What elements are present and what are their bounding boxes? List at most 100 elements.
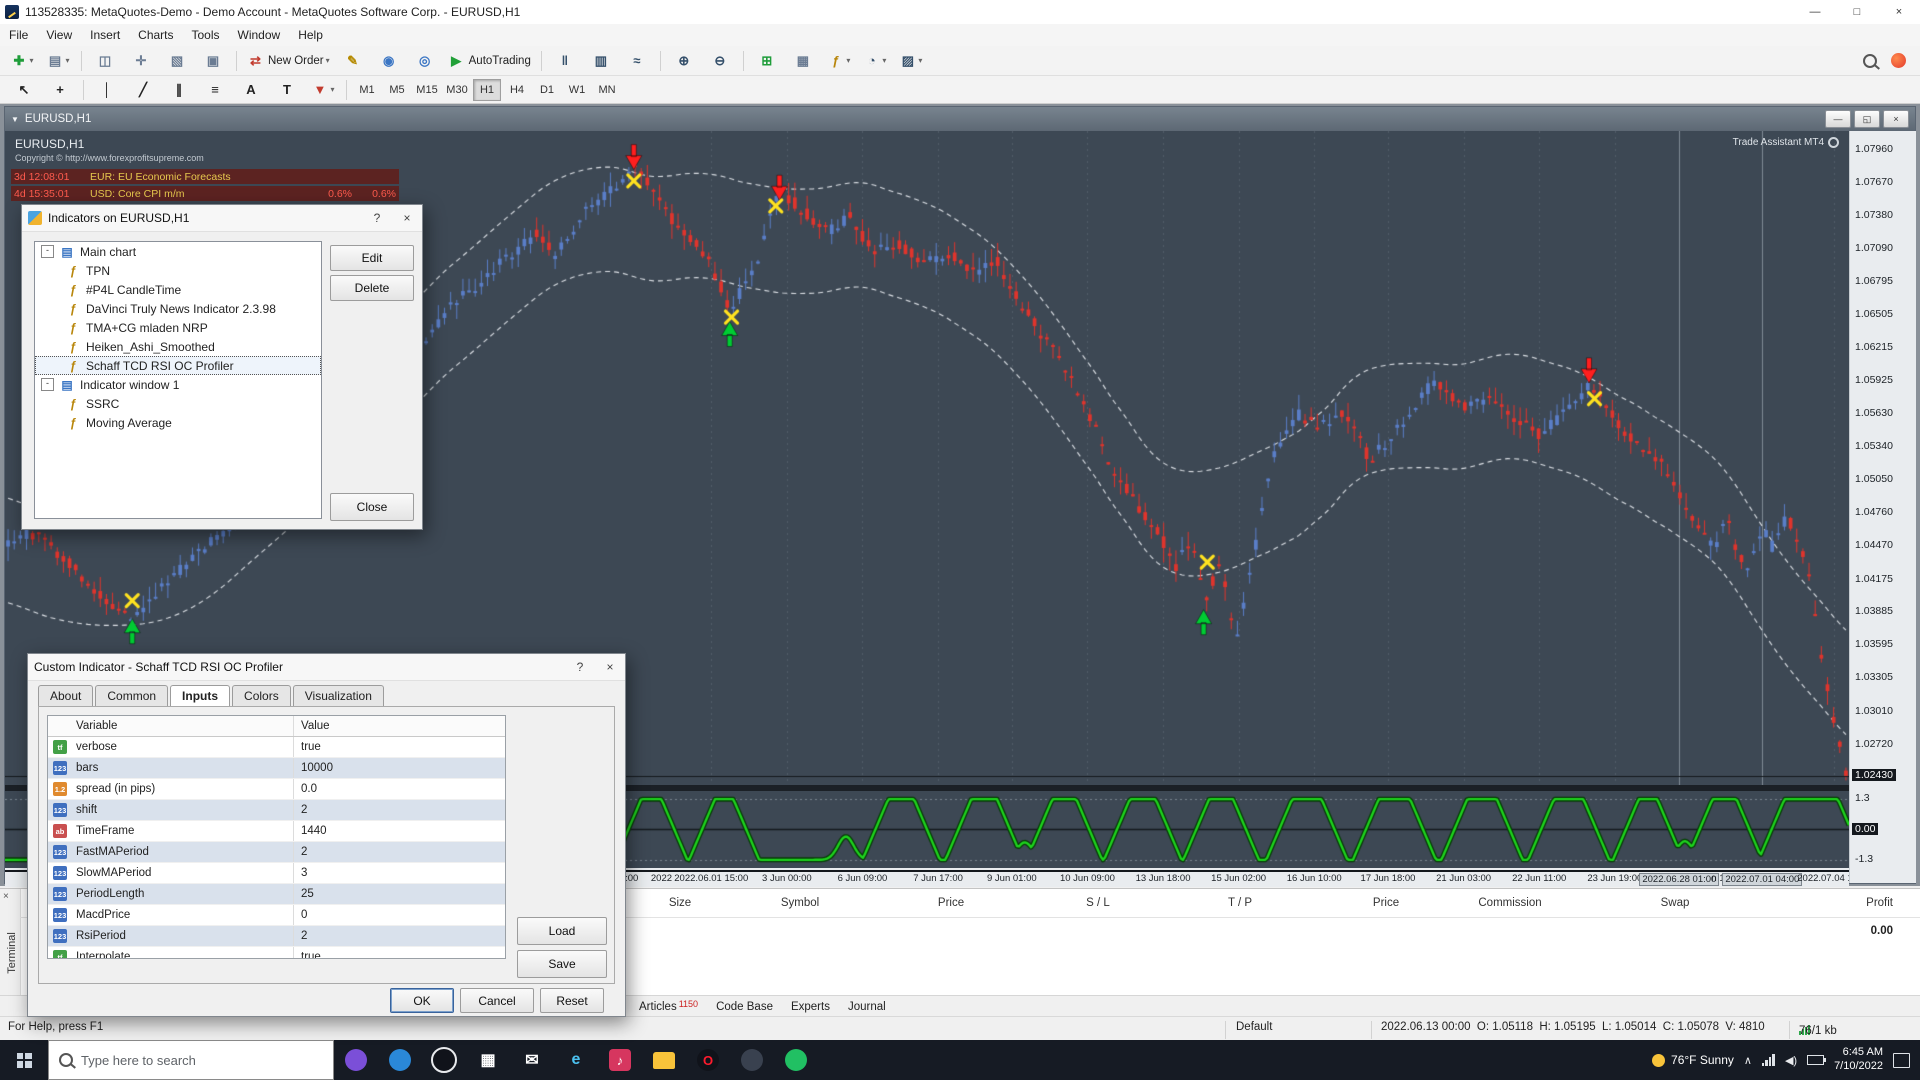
chat-app-icon[interactable] <box>334 1040 378 1080</box>
chevron-down-icon[interactable]: ▾ <box>918 56 922 65</box>
mail-app-icon[interactable]: ✉ <box>510 1040 554 1080</box>
indicators-dialog-titlebar[interactable]: Indicators on EURUSD,H1 ? × <box>22 205 422 232</box>
terminal-tab-journal[interactable]: Journal <box>839 999 895 1015</box>
tree-item-indicator-window-1[interactable]: -▤Indicator window 1 <box>35 375 321 394</box>
tree-expander-icon[interactable]: - <box>41 378 54 391</box>
timeframe-h1[interactable]: H1 <box>473 79 501 101</box>
edge-icon[interactable]: e <box>554 1040 598 1080</box>
search-icon[interactable] <box>1863 54 1877 68</box>
experts-button[interactable]: ◉ <box>372 48 406 74</box>
indicators-button[interactable]: ƒ▾ <box>822 48 856 74</box>
chart-window-menu-icon[interactable]: ▼ <box>11 115 19 124</box>
param-row-FastMAPeriod[interactable]: 123FastMAPeriod2 <box>48 842 505 863</box>
tree-item-schaff-tcd-rsi-oc-profiler[interactable]: ƒSchaff TCD RSI OC Profiler <box>35 356 321 375</box>
param-value[interactable]: 2 <box>293 842 505 862</box>
timeframe-m1[interactable]: M1 <box>353 79 381 101</box>
close-button[interactable]: × <box>1878 0 1920 24</box>
community-icon[interactable] <box>1891 53 1906 68</box>
timeframe-m30[interactable]: M30 <box>443 79 471 101</box>
opera-icon[interactable]: O <box>686 1040 730 1080</box>
chevron-down-icon[interactable]: ▾ <box>846 56 850 65</box>
dialog-help-button[interactable]: ? <box>362 205 392 231</box>
taskbar-search-input[interactable]: Type here to search <box>48 1040 334 1080</box>
timeframe-m5[interactable]: M5 <box>383 79 411 101</box>
periods-button[interactable]: ◔▾ <box>858 48 892 74</box>
chevron-down-icon[interactable]: ▾ <box>29 56 33 65</box>
terminal-tab-articles[interactable]: Articles1150 <box>630 999 707 1015</box>
edit-button[interactable]: Edit <box>330 245 414 271</box>
menu-item-insert[interactable]: Insert <box>81 25 129 45</box>
market-watch-button[interactable]: ◫ <box>88 48 122 74</box>
tile-windows-button[interactable]: ⊞ <box>750 48 784 74</box>
new-chart-button[interactable]: ✚▾ <box>5 48 39 74</box>
param-row-TimeFrame[interactable]: abTimeFrame1440 <box>48 821 505 842</box>
save-button[interactable]: Save <box>517 950 607 978</box>
dialog-close-button[interactable]: × <box>595 654 625 680</box>
param-row-PeriodLength[interactable]: 123PeriodLength25 <box>48 884 505 905</box>
timeframe-w1[interactable]: W1 <box>563 79 591 101</box>
indicator-tree-list[interactable]: -▤Main chartƒTPNƒ#P4L CandleTimeƒDaVinci… <box>34 241 322 519</box>
clock[interactable]: 6:45 AM 7/10/2022 <box>1834 1046 1883 1074</box>
dialog-close-button[interactable]: × <box>392 205 422 231</box>
arrows-button[interactable]: ▼▾ <box>306 77 340 103</box>
param-value[interactable]: 1440 <box>293 821 505 841</box>
file-explorer-icon[interactable] <box>642 1040 686 1080</box>
ok-button[interactable]: OK <box>390 988 454 1013</box>
chart-minimize-button[interactable]: — <box>1825 110 1851 128</box>
tab-about[interactable]: About <box>38 685 93 706</box>
data-window-button[interactable]: ✛ <box>124 48 158 74</box>
terminal-tab-code-base[interactable]: Code Base <box>707 999 782 1015</box>
templates-button[interactable]: ▨▾ <box>894 48 928 74</box>
param-value[interactable]: 2 <box>293 926 505 946</box>
param-row-shift[interactable]: 123shift2 <box>48 800 505 821</box>
cursor-button[interactable]: ↖ <box>7 77 41 103</box>
crosshair-button[interactable]: + <box>43 77 77 103</box>
param-value[interactable]: 25 <box>293 884 505 904</box>
tree-item-moving-average[interactable]: ƒMoving Average <box>35 413 321 432</box>
battery-icon[interactable] <box>1807 1055 1824 1065</box>
autotrading-button[interactable]: ▶AutoTrading <box>444 48 535 74</box>
tab-colors[interactable]: Colors <box>232 685 291 706</box>
price-scale[interactable]: 1.079601.076701.073801.070901.067951.065… <box>1849 131 1916 883</box>
param-row-Interpolate[interactable]: tfInterpolatetrue <box>48 947 505 959</box>
weather-widget[interactable]: 76°F Sunny <box>1652 1053 1734 1067</box>
tree-item-tma-cg-mladen-nrp[interactable]: ƒTMA+CG mladen NRP <box>35 318 321 337</box>
terminal-close-icon[interactable]: × <box>3 891 9 902</box>
parameters-table[interactable]: VariableValuetfverbosetrue123bars100001.… <box>47 715 506 959</box>
terminal-panel-button[interactable]: ▣ <box>196 48 230 74</box>
chart-restore-button[interactable]: ◱ <box>1854 110 1880 128</box>
tree-item-heiken-ashi-smoothed[interactable]: ƒHeiken_Ashi_Smoothed <box>35 337 321 356</box>
channel-button[interactable]: ∥ <box>162 77 196 103</box>
gear-icon[interactable] <box>1828 137 1839 148</box>
green-app-icon[interactable] <box>774 1040 818 1080</box>
tab-common[interactable]: Common <box>95 685 168 706</box>
chart-window-titlebar[interactable]: ▼ EURUSD,H1 — ◱ × <box>5 107 1915 131</box>
tree-item--p4l-candletime[interactable]: ƒ#P4L CandleTime <box>35 280 321 299</box>
param-row-bars[interactable]: 123bars10000 <box>48 758 505 779</box>
new-order-button[interactable]: ⇄New Order▾ <box>243 48 334 74</box>
menu-item-view[interactable]: View <box>37 25 81 45</box>
vertical-line-button[interactable]: │ <box>90 77 124 103</box>
cascade-windows-button[interactable]: ▦ <box>786 48 820 74</box>
tree-item-ssrc[interactable]: ƒSSRC <box>35 394 321 413</box>
discord-app-icon[interactable] <box>730 1040 774 1080</box>
param-row-verbose[interactable]: tfverbosetrue <box>48 737 505 758</box>
menu-item-tools[interactable]: Tools <box>183 25 229 45</box>
chevron-down-icon[interactable]: ▾ <box>326 56 330 65</box>
maximize-button[interactable]: □ <box>1836 0 1878 24</box>
param-value[interactable]: true <box>293 737 505 757</box>
task-view-icon[interactable]: ▦ <box>466 1040 510 1080</box>
cancel-button[interactable]: Cancel <box>460 988 534 1013</box>
delete-button[interactable]: Delete <box>330 275 414 301</box>
text-button[interactable]: A <box>234 77 268 103</box>
tab-inputs[interactable]: Inputs <box>170 685 230 706</box>
minimize-button[interactable]: — <box>1794 0 1836 24</box>
start-button[interactable] <box>0 1040 48 1080</box>
tree-item-tpn[interactable]: ƒTPN <box>35 261 321 280</box>
timeframe-h4[interactable]: H4 <box>503 79 531 101</box>
volume-icon[interactable]: ◀) <box>1785 1054 1797 1067</box>
param-value[interactable]: 0.0 <box>293 779 505 799</box>
navigator-button[interactable]: ▧ <box>160 48 194 74</box>
param-row-spread-in-pips-[interactable]: 1.2spread (in pips)0.0 <box>48 779 505 800</box>
menu-item-charts[interactable]: Charts <box>129 25 182 45</box>
